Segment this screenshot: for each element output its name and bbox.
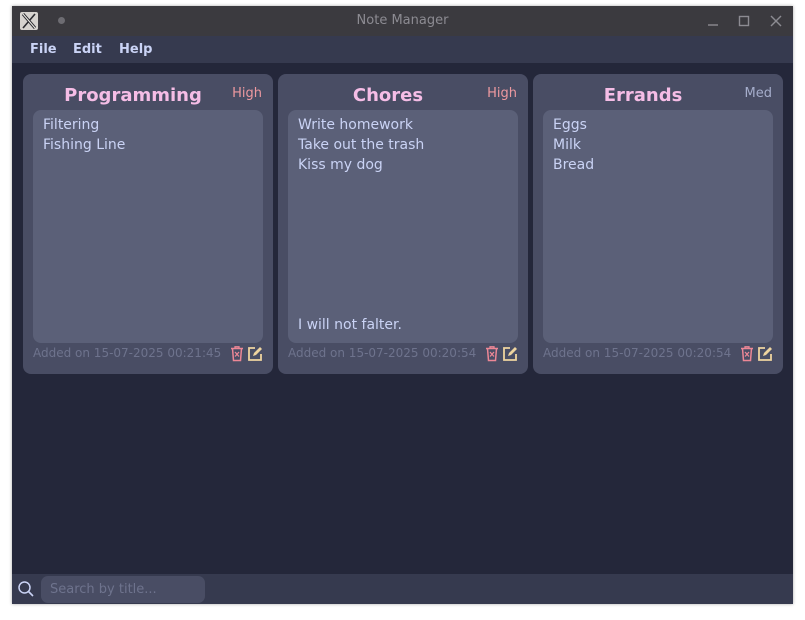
- maximize-icon: [738, 15, 750, 27]
- note-line: Eggs: [553, 117, 587, 133]
- note-line: Take out the trash: [298, 137, 425, 153]
- note-title: Errands: [603, 85, 683, 106]
- note-body[interactable]: Filtering Fishing Line: [33, 110, 263, 343]
- menu-edit[interactable]: Edit: [73, 42, 102, 57]
- note-title: Chores: [352, 85, 424, 106]
- title-bar[interactable]: Note Manager: [12, 6, 793, 36]
- menu-help[interactable]: Help: [119, 42, 152, 57]
- trash-icon: [741, 346, 753, 362]
- note-body[interactable]: Write homework Take out the trash Kiss m…: [288, 110, 518, 343]
- menu-file[interactable]: File: [30, 42, 57, 57]
- note-line: Write homework: [298, 117, 413, 133]
- search-bar: [12, 574, 793, 604]
- minimize-icon: [708, 24, 718, 26]
- close-icon: [770, 15, 782, 27]
- note-date: Added on 15-07-2025 00:20:54: [543, 346, 732, 360]
- edit-icon: [503, 347, 517, 361]
- note-card: Programming High Filtering Fishing Line …: [23, 74, 273, 374]
- edit-button[interactable]: [247, 345, 263, 362]
- search-icon: [17, 580, 35, 598]
- note-card: Errands Med Eggs Milk Bread Added on 15-…: [533, 74, 783, 374]
- maximize-button[interactable]: [735, 12, 753, 30]
- delete-button[interactable]: [484, 345, 500, 362]
- note-date: Added on 15-07-2025 00:21:45: [33, 346, 222, 360]
- priority-label: Med: [744, 86, 772, 101]
- note-card: Chores High Write homework Take out the …: [278, 74, 528, 374]
- window-title: Note Manager: [356, 13, 449, 28]
- priority-label: High: [487, 86, 517, 101]
- edit-icon: [248, 347, 262, 361]
- menu-bar: File Edit Help: [12, 36, 793, 63]
- note-title: Programming: [64, 85, 202, 106]
- note-line: Kiss my dog: [298, 157, 383, 173]
- edit-button[interactable]: [757, 345, 773, 362]
- note-line: Bread: [553, 157, 595, 173]
- minimize-button[interactable]: [704, 12, 722, 30]
- search-input[interactable]: [41, 576, 205, 603]
- delete-button[interactable]: [229, 345, 245, 362]
- edit-icon: [758, 347, 772, 361]
- note-body[interactable]: Eggs Milk Bread: [543, 110, 773, 343]
- note-line: Fishing Line: [43, 137, 126, 153]
- note-date: Added on 15-07-2025 00:20:54: [288, 346, 477, 360]
- trash-icon: [231, 346, 243, 362]
- close-button[interactable]: [767, 12, 785, 30]
- app-window: Note Manager File Edit Help Programming …: [12, 6, 793, 604]
- priority-label: High: [232, 86, 262, 101]
- edit-button[interactable]: [502, 345, 518, 362]
- note-line: Filtering: [43, 117, 100, 133]
- trash-icon: [486, 346, 498, 362]
- delete-button[interactable]: [739, 345, 755, 362]
- note-line: I will not falter.: [298, 317, 402, 333]
- note-line: Milk: [553, 137, 581, 153]
